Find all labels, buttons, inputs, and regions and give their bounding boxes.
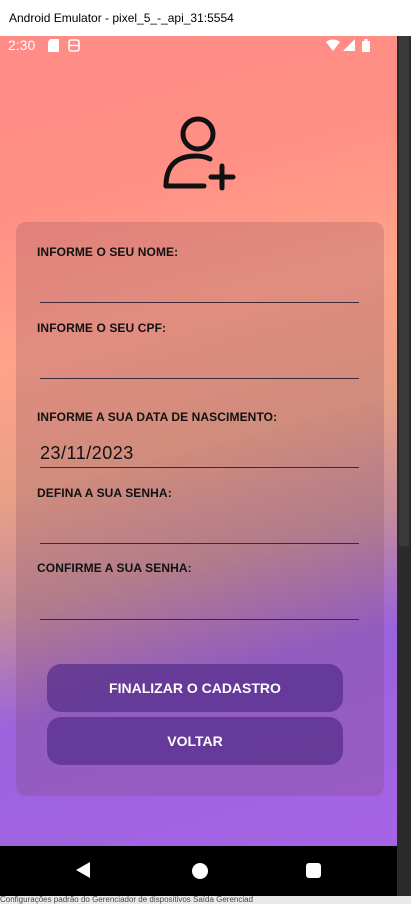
cpf-input-underline[interactable] — [40, 378, 359, 379]
name-label: INFORME O SEU NOME: — [37, 245, 179, 259]
system-nav-bar — [0, 846, 397, 896]
back-button-label: VOLTAR — [167, 733, 223, 749]
wifi-icon — [326, 39, 340, 51]
signal-icon — [343, 39, 355, 51]
name-input-underline[interactable] — [40, 302, 359, 303]
nav-recent-apps-icon[interactable] — [306, 863, 321, 878]
ide-taskbar-text: Configurações padrão do Gerenciador de d… — [0, 896, 254, 904]
cpf-label: INFORME O SEU CPF: — [37, 321, 167, 335]
data-saver-icon — [68, 39, 80, 52]
emulator-side-panel — [397, 0, 411, 904]
birthdate-input-underline[interactable] — [40, 467, 359, 468]
confirm-password-label: CONFIRME A SUA SENHA: — [37, 561, 192, 575]
ide-taskbar: Configurações padrão do Gerenciador de d… — [0, 896, 411, 904]
status-time: 2:30 — [8, 37, 36, 53]
birthdate-input[interactable]: 23/11/2023 — [40, 443, 134, 464]
sd-card-icon — [48, 39, 59, 52]
finish-registration-button[interactable]: FINALIZAR O CADASTRO — [47, 664, 343, 712]
birthdate-label: INFORME A SUA DATA DE NASCIMENTO: — [37, 410, 278, 424]
add-user-icon — [163, 116, 236, 191]
phone-screen: 2:30 INFORME O SEU NOME: INFORME O SEU C… — [0, 36, 397, 896]
nav-back-icon[interactable] — [76, 862, 90, 878]
finish-registration-label: FINALIZAR O CADASTRO — [109, 680, 281, 696]
scrollbar[interactable] — [399, 36, 409, 546]
emulator-title: Android Emulator - pixel_5_-_api_31:5554 — [9, 11, 234, 25]
password-label: DEFINA A SUA SENHA: — [37, 486, 172, 500]
status-bar: 2:30 — [0, 36, 397, 56]
battery-icon — [362, 39, 370, 52]
emulator-title-bar: Android Emulator - pixel_5_-_api_31:5554 — [0, 0, 397, 36]
back-button[interactable]: VOLTAR — [47, 717, 343, 765]
nav-home-icon[interactable] — [192, 863, 208, 879]
confirm-password-input-underline[interactable] — [40, 619, 359, 620]
password-input-underline[interactable] — [40, 543, 359, 544]
